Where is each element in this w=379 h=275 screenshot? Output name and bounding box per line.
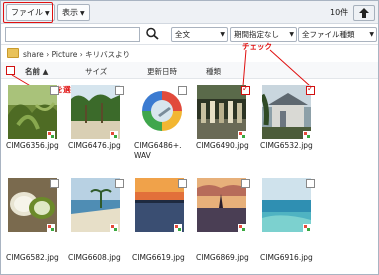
shared-badge-icon	[47, 224, 55, 232]
file-name[interactable]: CIMG6490.jpg	[196, 141, 249, 150]
file-checkbox-checked[interactable]	[306, 84, 315, 95]
file-name[interactable]: CIMG6869.jpg	[196, 253, 249, 262]
file-name[interactable]: CIMG6619.jpg	[132, 253, 185, 262]
shared-badge-icon	[238, 224, 246, 232]
file-name[interactable]: CIMG6476.jpg	[68, 141, 121, 150]
file-checkbox[interactable]	[241, 179, 250, 188]
shared-badge-icon	[174, 224, 182, 232]
file-name[interactable]: CIMG6356.jpg	[6, 141, 59, 150]
file-checkbox[interactable]	[178, 86, 187, 95]
file-name[interactable]: CIMG6916.jpg	[260, 253, 313, 262]
file-name[interactable]: CIMG6532.jpg	[260, 141, 313, 150]
file-checkbox[interactable]	[115, 179, 124, 188]
check-annotation: チェック	[242, 42, 272, 51]
shared-badge-icon	[303, 224, 311, 232]
file-name[interactable]: CIMG6486+. WAV	[134, 141, 182, 161]
shared-badge-icon	[110, 131, 118, 139]
file-checkbox-checked[interactable]	[241, 84, 250, 95]
shared-badge-icon	[47, 131, 55, 139]
file-name-text: CIMG6486+. WAV	[134, 141, 182, 160]
file-name[interactable]: CIMG6582.jpg	[6, 253, 59, 262]
shared-badge-icon	[238, 131, 246, 139]
shared-badge-icon	[110, 224, 118, 232]
file-checkbox[interactable]	[306, 179, 315, 188]
file-checkbox[interactable]	[50, 86, 59, 95]
file-checkbox[interactable]	[115, 86, 124, 95]
shared-badge-icon	[303, 131, 311, 139]
file-checkbox[interactable]	[50, 179, 59, 188]
file-checkbox[interactable]	[178, 179, 187, 188]
file-name[interactable]: CIMG6608.jpg	[68, 253, 121, 262]
